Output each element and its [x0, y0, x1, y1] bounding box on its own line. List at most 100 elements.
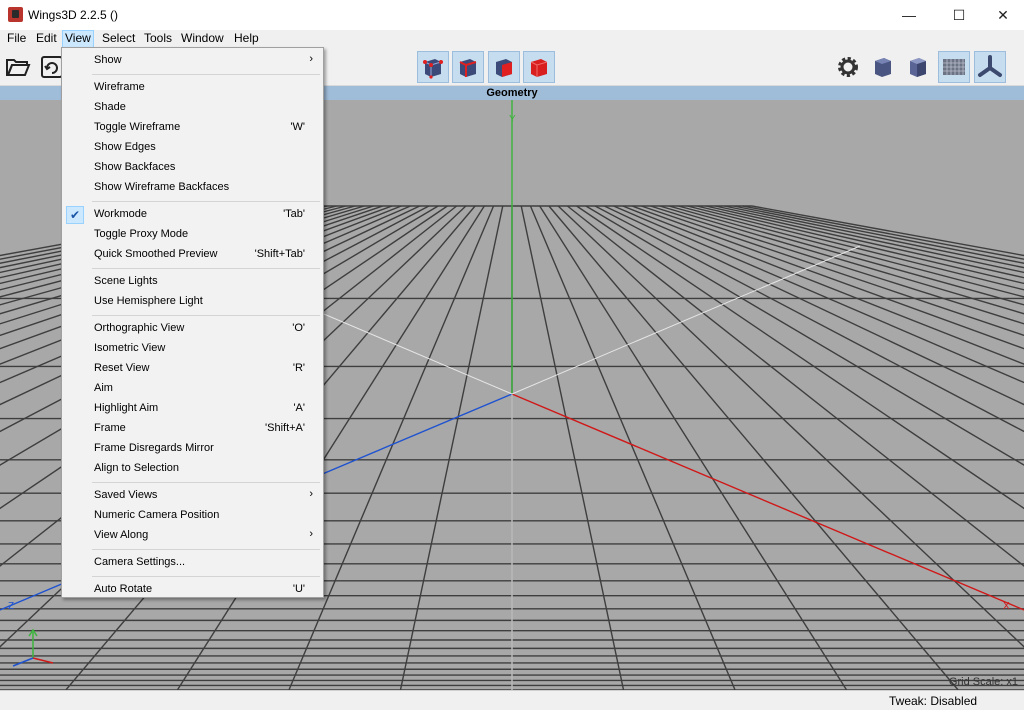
menu-item-label: Saved Views	[94, 489, 158, 501]
view-menu-item-isometric-view[interactable]: Isometric View	[64, 339, 321, 359]
menu-separator	[92, 201, 320, 202]
view-menu-item-toggle-proxy-mode[interactable]: Toggle Proxy Mode	[64, 225, 321, 245]
view-menu-item-scene-lights[interactable]: Scene Lights	[64, 272, 321, 292]
tweak-status: Tweak: Disabled	[889, 694, 978, 708]
window-title: Wings3D 2.2.5 ()	[28, 8, 119, 22]
menu-item-label: Workmode	[94, 208, 147, 220]
wings3d-app-icon	[8, 7, 23, 22]
menu-item-shortcut: 'U'	[292, 583, 305, 595]
menu-separator	[92, 482, 320, 483]
view-menu-item-workmode[interactable]: ✔ Workmode 'Tab'	[64, 205, 321, 225]
menu-item-label: Highlight Aim	[94, 402, 159, 414]
view-menu-item-toggle-wireframe[interactable]: Toggle Wireframe 'W'	[64, 118, 321, 138]
view-menu-item-show[interactable]: Show ›	[64, 51, 321, 71]
z-axis-label: Z	[8, 601, 14, 612]
menu-separator	[92, 549, 320, 550]
menu-item-label: Show Edges	[94, 141, 156, 153]
menu-item-label: Show Backfaces	[94, 161, 176, 173]
menu-item-shortcut: 'O'	[292, 322, 305, 334]
menu-item-label: Reset View	[94, 362, 150, 374]
x-axis-label: X	[1003, 601, 1010, 612]
view-menu-item-camera-settings[interactable]: Camera Settings...	[64, 553, 321, 573]
menu-item-label: Use Hemisphere Light	[94, 295, 203, 307]
view-menu-item-shade[interactable]: Shade	[64, 98, 321, 118]
menu-item-shortcut: 'W'	[290, 121, 305, 133]
menu-item-shortcut: 'A'	[293, 402, 305, 414]
view-menu-item-numeric-camera-position[interactable]: Numeric Camera Position	[64, 506, 321, 526]
menu-item-label: Aim	[94, 382, 113, 394]
view-menu-item-highlight-aim[interactable]: Highlight Aim 'A'	[64, 399, 321, 419]
check-icon: ✔	[66, 206, 84, 224]
menu-item-label: Camera Settings...	[94, 556, 186, 568]
menu-item-label: Show	[94, 54, 122, 66]
menu-separator	[92, 576, 320, 577]
view-menu-item-frame[interactable]: Frame 'Shift+A'	[64, 419, 321, 439]
y-axis-label: Y	[509, 114, 516, 125]
submenu-chevron-icon: ›	[309, 53, 313, 65]
menu-item-shortcut: 'R'	[292, 362, 305, 374]
view-menu-item-show-edges[interactable]: Show Edges	[64, 138, 321, 158]
view-menu-item-frame-disregards-mirror[interactable]: Frame Disregards Mirror	[64, 439, 321, 459]
view-menu-item-orthographic-view[interactable]: Orthographic View 'O'	[64, 319, 321, 339]
axes-icon[interactable]	[974, 51, 1006, 83]
view-menu-item-view-along[interactable]: View Along ›	[64, 526, 321, 546]
view-menu-item-quick-smoothed-preview[interactable]: Quick Smoothed Preview 'Shift+Tab'	[64, 245, 321, 265]
view-menu-item-align-to-selection[interactable]: Align to Selection	[64, 459, 321, 479]
menu-bar: File Edit View Select Tools Window Help	[0, 30, 1024, 48]
menu-item-label: Isometric View	[94, 342, 166, 354]
menu-item-label: View Along	[94, 529, 149, 541]
view-menu-item-saved-views[interactable]: Saved Views ›	[64, 486, 321, 506]
menu-window[interactable]: Window	[179, 30, 226, 48]
menu-item-label: Orthographic View	[94, 322, 185, 334]
view-menu-item-use-hemisphere-light[interactable]: Use Hemisphere Light	[64, 292, 321, 312]
close-button[interactable]: ✕	[980, 0, 1024, 30]
menu-item-shortcut: 'Shift+Tab'	[254, 248, 305, 260]
maximize-button[interactable]: ☐	[936, 0, 982, 30]
smooth-shading-icon[interactable]	[867, 51, 899, 83]
menu-item-label: Quick Smoothed Preview	[94, 248, 218, 260]
grid-scale-readout: Grid Scale: x1	[948, 676, 1018, 688]
menu-item-label: Frame	[94, 422, 126, 434]
menu-item-label: Scene Lights	[94, 275, 158, 287]
view-menu-item-reset-view[interactable]: Reset View 'R'	[64, 359, 321, 379]
body-select-icon[interactable]	[523, 51, 555, 83]
view-menu-item-auto-rotate[interactable]: Auto Rotate 'U'	[64, 580, 321, 600]
menu-item-label: Show Wireframe Backfaces	[94, 181, 230, 193]
menu-item-label: Auto Rotate	[94, 583, 153, 595]
settings-gear-icon[interactable]	[832, 51, 864, 83]
submenu-chevron-icon: ›	[309, 488, 313, 500]
minimize-button[interactable]: —	[886, 0, 932, 30]
menu-item-label: Toggle Proxy Mode	[94, 228, 189, 240]
menu-item-label: Numeric Camera Position	[94, 509, 220, 521]
menu-item-label: Align to Selection	[94, 462, 179, 474]
view-menu-item-show-backfaces[interactable]: Show Backfaces	[64, 158, 321, 178]
view-menu-dropdown: Show › Wireframe Shade Toggle Wireframe 'W' Sh…	[61, 47, 324, 598]
edge-select-icon[interactable]	[452, 51, 484, 83]
menu-select[interactable]: Select	[100, 30, 137, 48]
menu-separator	[92, 315, 320, 316]
menu-item-label: Toggle Wireframe	[94, 121, 181, 133]
title-bar: Wings3D 2.2.5 () — ☐ ✕	[0, 0, 1024, 30]
open-folder-icon[interactable]	[2, 51, 34, 83]
submenu-chevron-icon: ›	[309, 528, 313, 540]
ground-plane-icon[interactable]	[938, 51, 970, 83]
menu-edit[interactable]: Edit	[34, 30, 59, 48]
menu-item-label: Wireframe	[94, 81, 145, 93]
menu-separator	[92, 268, 320, 269]
flat-shading-icon[interactable]	[902, 51, 934, 83]
menu-item-shortcut: 'Tab'	[283, 208, 305, 220]
menu-separator	[92, 74, 320, 75]
face-select-icon[interactable]	[488, 51, 520, 83]
menu-tools[interactable]: Tools	[142, 30, 174, 48]
menu-help[interactable]: Help	[232, 30, 261, 48]
view-menu-item-wireframe[interactable]: Wireframe	[64, 78, 321, 98]
view-menu-item-show-wireframe-backfaces[interactable]: Show Wireframe Backfaces	[64, 178, 321, 198]
menu-file[interactable]: File	[5, 30, 28, 48]
status-bar: Tweak: Disabled	[0, 690, 1024, 710]
menu-item-label: Frame Disregards Mirror	[94, 442, 214, 454]
view-menu-item-aim[interactable]: Aim	[64, 379, 321, 399]
menu-item-shortcut: 'Shift+A'	[265, 422, 305, 434]
menu-item-label: Shade	[94, 101, 126, 113]
vertex-select-icon[interactable]	[417, 51, 449, 83]
menu-view[interactable]: View	[62, 30, 94, 48]
